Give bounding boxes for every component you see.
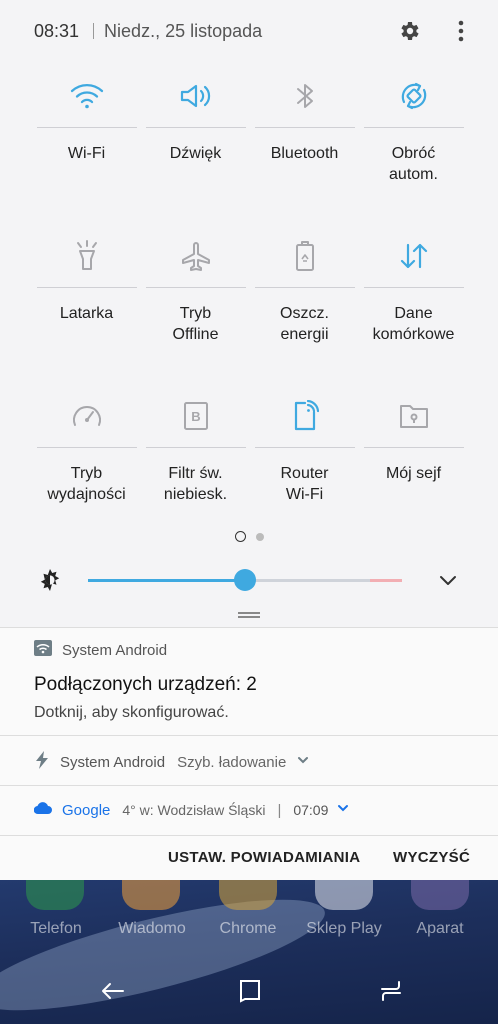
tile-auto-rotate[interactable]: Obróć autom. <box>359 64 468 224</box>
flashlight-icon <box>36 224 137 288</box>
gear-icon[interactable] <box>394 16 424 46</box>
home-icon[interactable] <box>237 978 263 1009</box>
auto-rotate-icon <box>363 64 464 128</box>
notification-text: Szyb. ładowanie <box>177 753 287 771</box>
brightness-icon <box>38 568 62 597</box>
brightness-high-zone <box>370 579 402 582</box>
app-label: Aparat <box>416 920 464 937</box>
recent-apps-icon[interactable] <box>378 978 404 1009</box>
bluetooth-icon <box>254 64 355 128</box>
svg-text:B: B <box>191 409 200 424</box>
tile-label: Dane komórkowe <box>372 305 455 343</box>
quick-settings-grid: Wi-Fi Dźwięk Bluetooth Obróć autom. Lata… <box>32 64 468 544</box>
divider: | <box>277 801 282 819</box>
wifi-icon <box>36 64 137 128</box>
notification-header: 08:31 Niedz., 25 listopada <box>0 0 498 62</box>
page-dot[interactable] <box>255 533 264 541</box>
clock: 08:31 <box>34 20 80 41</box>
brightness-thumb[interactable] <box>234 569 256 591</box>
tile-airplane-mode[interactable]: Tryb Offline <box>141 224 250 384</box>
airplane-icon <box>145 224 246 288</box>
tile-flashlight[interactable]: Latarka <box>32 224 141 384</box>
notification-header: System Android Szyb. ładowanie <box>34 751 310 773</box>
app-label: Wiadomo <box>118 920 186 937</box>
notification-list: System Android Podłączonych urządzeń: 2 … <box>0 627 498 880</box>
secure-folder-icon <box>363 384 464 448</box>
app-name: System Android <box>60 753 166 771</box>
tile-wifi[interactable]: Wi-Fi <box>32 64 141 224</box>
chevron-down-icon[interactable] <box>296 753 310 771</box>
tile-secure-folder[interactable]: Mój sejf <box>359 384 468 544</box>
charging-bolt-icon <box>34 751 50 773</box>
tile-mobile-data[interactable]: Dane komórkowe <box>359 224 468 384</box>
cloud-icon <box>33 801 52 819</box>
tile-label: Wi-Fi <box>67 145 106 162</box>
tile-label: Oszcz. energii <box>280 305 329 343</box>
notification-google-weather[interactable]: Google 4° w: Wodzisław Śląski | 07:09 <box>0 786 498 836</box>
performance-icon <box>36 384 137 448</box>
camera-app-icon[interactable] <box>411 880 469 910</box>
notification-hotspot[interactable]: System Android Podłączonych urządzeń: 2 … <box>0 628 498 736</box>
tile-mobile-hotspot[interactable]: Router Wi-Fi <box>250 384 359 544</box>
tile-label: Filtr św. niebiesk. <box>163 465 228 503</box>
clear-button[interactable]: WYCZYŚĆ <box>393 849 470 866</box>
phone-app-icon[interactable] <box>26 880 84 910</box>
brightness-control <box>0 562 498 598</box>
notification-header: System Android <box>34 640 167 660</box>
home-screen-background: Telefon Wiadomo Chrome Sklep Play Aparat <box>0 880 498 1024</box>
brightness-level-fill <box>88 579 245 582</box>
chrome-app-icon[interactable] <box>219 880 277 910</box>
tile-label: Obróć autom. <box>389 145 438 183</box>
wifi-hotspot-icon <box>34 640 52 660</box>
tile-blue-light-filter[interactable]: B Filtr św. niebiesk. <box>141 384 250 544</box>
app-label: Telefon <box>30 920 82 937</box>
mobile-data-icon <box>363 224 464 288</box>
battery-saver-icon <box>254 224 355 288</box>
app-name: System Android <box>62 641 168 659</box>
tile-label: Tryb Offline <box>172 305 219 343</box>
notification-text: 4° w: Wodzisław Śląski <box>122 802 266 818</box>
tile-bluetooth[interactable]: Bluetooth <box>250 64 359 224</box>
date-label: Niedz., 25 listopada <box>104 20 263 41</box>
notification-settings-button[interactable]: USTAW. POWIADAMIANIA <box>168 849 360 866</box>
notification-text: Dotknij, aby skonfigurować. <box>34 704 229 721</box>
tile-sound[interactable]: Dźwięk <box>141 64 250 224</box>
hotspot-icon <box>254 384 355 448</box>
back-icon[interactable] <box>100 978 126 1009</box>
play-store-app-icon[interactable] <box>315 880 373 910</box>
divider <box>93 23 95 39</box>
app-label: Sklep Play <box>306 920 382 937</box>
tile-performance-mode[interactable]: Tryb wydajności <box>32 384 141 544</box>
notification-charging[interactable]: System Android Szyb. ładowanie <box>0 736 498 786</box>
tile-label: Tryb wydajności <box>47 465 126 503</box>
more-vertical-icon[interactable] <box>446 16 476 46</box>
blue-light-filter-icon: B <box>145 384 246 448</box>
notification-header: Google 4° w: Wodzisław Śląski | 07:09 <box>33 801 350 819</box>
tile-label: Latarka <box>59 305 114 322</box>
tile-label: Router Wi-Fi <box>280 465 329 503</box>
page-indicator <box>0 531 498 542</box>
page-dot-current[interactable] <box>234 531 246 542</box>
speaker-icon <box>145 64 246 128</box>
tile-power-saving[interactable]: Oszcz. energii <box>250 224 359 384</box>
chevron-down-icon[interactable] <box>336 801 350 819</box>
tile-label: Dźwięk <box>169 145 222 162</box>
app-label: Chrome <box>219 920 277 937</box>
tile-label: Bluetooth <box>270 145 339 162</box>
messages-app-icon[interactable] <box>122 880 180 910</box>
notification-time: 07:09 <box>293 802 329 818</box>
drag-handle[interactable] <box>238 612 260 618</box>
notification-actions: USTAW. POWIADAMIANIA WYCZYŚĆ <box>0 836 498 881</box>
notification-title: Podłączonych urządzeń: 2 <box>34 674 257 695</box>
tile-label: Mój sejf <box>385 465 442 482</box>
app-name: Google <box>62 801 111 819</box>
chevron-down-icon[interactable] <box>436 568 460 597</box>
